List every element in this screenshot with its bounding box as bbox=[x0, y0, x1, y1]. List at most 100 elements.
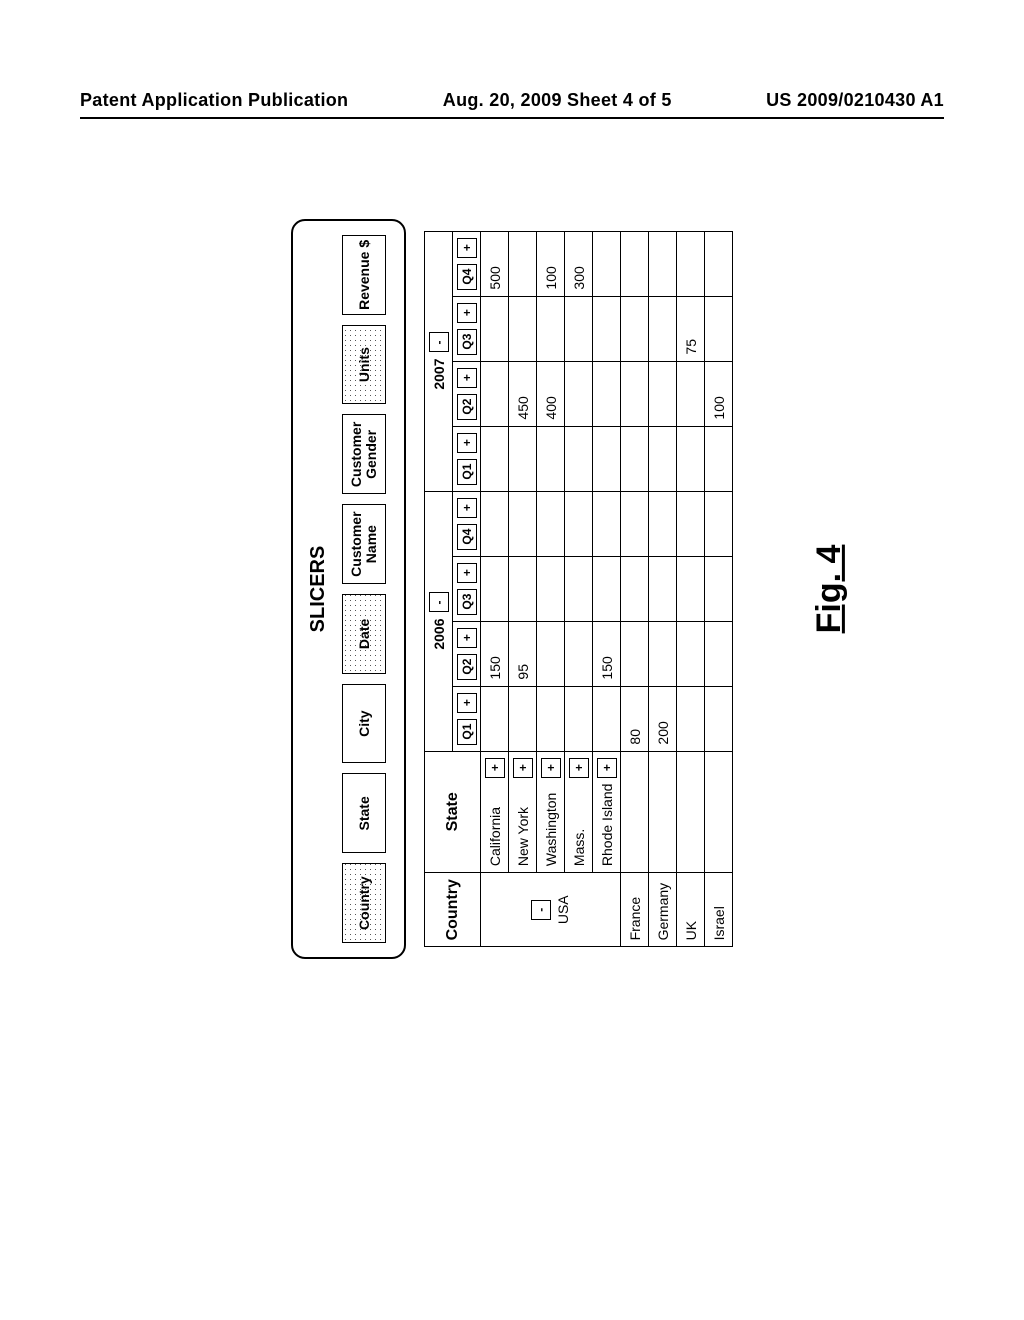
quarter-label: Q1 bbox=[457, 459, 477, 485]
data-cell: 200 bbox=[649, 686, 677, 751]
expand-toggle[interactable]: + bbox=[513, 758, 533, 778]
data-cell bbox=[481, 556, 509, 621]
expand-toggle[interactable]: + bbox=[457, 628, 477, 648]
state-cell: Mass.+ bbox=[565, 751, 593, 873]
collapse-toggle[interactable]: - bbox=[531, 900, 551, 920]
expand-toggle[interactable]: + bbox=[597, 758, 617, 778]
quarter-header: Q3+ bbox=[453, 296, 481, 361]
year-header: 2006 - bbox=[425, 491, 453, 751]
header-center: Aug. 20, 2009 Sheet 4 of 5 bbox=[443, 90, 672, 111]
data-cell bbox=[565, 621, 593, 686]
header-rule bbox=[80, 117, 944, 119]
expand-toggle[interactable]: + bbox=[457, 498, 477, 518]
quarter-header: Q3 + bbox=[453, 556, 481, 621]
data-cell bbox=[565, 686, 593, 751]
expand-toggle[interactable]: + bbox=[457, 563, 477, 583]
expand-toggle[interactable]: + bbox=[457, 368, 477, 388]
state-name: California bbox=[487, 807, 503, 866]
data-cell bbox=[649, 361, 677, 426]
collapse-toggle[interactable]: - bbox=[429, 593, 449, 613]
data-cell bbox=[649, 621, 677, 686]
data-cell: 450 bbox=[509, 361, 537, 426]
slicer-chip[interactable]: Revenue $ bbox=[342, 235, 386, 315]
quarter-label: Q4 bbox=[457, 524, 477, 550]
data-cell bbox=[621, 231, 649, 296]
slicers-panel: SLICERS Country State City Date Customer Nam… bbox=[291, 219, 406, 959]
data-cell bbox=[481, 296, 509, 361]
data-cell: 100 bbox=[705, 361, 733, 426]
expand-toggle[interactable]: + bbox=[485, 758, 505, 778]
data-cell bbox=[509, 491, 537, 556]
data-cell bbox=[593, 686, 621, 751]
slicer-chip[interactable]: State bbox=[342, 774, 386, 854]
data-cell bbox=[705, 426, 733, 491]
data-cell bbox=[565, 361, 593, 426]
slicer-chip[interactable]: City bbox=[342, 684, 386, 764]
data-cell bbox=[677, 361, 705, 426]
data-cell bbox=[649, 296, 677, 361]
slicer-chip[interactable]: Customer Name bbox=[342, 504, 386, 584]
expand-toggle[interactable]: + bbox=[457, 303, 477, 323]
data-cell bbox=[649, 556, 677, 621]
data-cell bbox=[481, 686, 509, 751]
data-cell bbox=[593, 426, 621, 491]
country-name: USA bbox=[555, 895, 571, 924]
data-cell bbox=[621, 296, 649, 361]
collapse-toggle[interactable]: - bbox=[429, 333, 449, 353]
expand-toggle[interactable]: + bbox=[457, 238, 477, 258]
data-cell bbox=[565, 491, 593, 556]
data-cell bbox=[677, 621, 705, 686]
data-cell bbox=[621, 556, 649, 621]
data-cell bbox=[677, 556, 705, 621]
rotated-figure: SLICERS Country State City Date Customer Nam… bbox=[291, 179, 733, 999]
slicer-chip[interactable]: Customer Gender bbox=[342, 415, 386, 495]
data-cell bbox=[537, 426, 565, 491]
year-label: 2006 bbox=[431, 619, 447, 650]
slicer-row: Country State City Date Customer Name Custome… bbox=[342, 235, 386, 943]
state-name: Washington bbox=[543, 793, 559, 866]
country-cell: UK bbox=[677, 873, 705, 947]
data-cell bbox=[537, 491, 565, 556]
slicer-chip[interactable]: Date bbox=[342, 594, 386, 674]
slicer-chip[interactable]: Country bbox=[342, 863, 386, 943]
data-cell: 95 bbox=[509, 621, 537, 686]
data-cell: 80 bbox=[621, 686, 649, 751]
page: Patent Application Publication Aug. 20, … bbox=[0, 0, 1024, 1320]
state-cell bbox=[677, 751, 705, 873]
state-cell: Rhode Island+ bbox=[593, 751, 621, 873]
data-cell bbox=[509, 686, 537, 751]
state-cell: California + bbox=[481, 751, 509, 873]
data-cell: 400 bbox=[537, 361, 565, 426]
slicer-chip[interactable]: Units bbox=[342, 325, 386, 405]
data-cell bbox=[481, 491, 509, 556]
data-cell bbox=[537, 296, 565, 361]
expand-toggle[interactable]: + bbox=[541, 758, 561, 778]
figure-area: SLICERS Country State City Date Customer Nam… bbox=[80, 179, 944, 999]
data-cell bbox=[509, 231, 537, 296]
data-cell bbox=[537, 621, 565, 686]
table-row: France 80 bbox=[621, 231, 649, 947]
quarter-label: Q3 bbox=[457, 589, 477, 615]
data-cell bbox=[705, 621, 733, 686]
expand-toggle[interactable]: + bbox=[457, 433, 477, 453]
expand-toggle[interactable]: + bbox=[569, 758, 589, 778]
data-cell bbox=[621, 621, 649, 686]
quarter-header: Q4 + bbox=[453, 231, 481, 296]
slicers-title: SLICERS bbox=[307, 235, 330, 943]
data-cell bbox=[565, 296, 593, 361]
quarter-label: Q4 bbox=[457, 264, 477, 290]
country-cell: -USA bbox=[481, 873, 621, 947]
data-cell bbox=[593, 556, 621, 621]
state-name: New York bbox=[515, 807, 531, 866]
data-cell bbox=[593, 361, 621, 426]
table-row: New York +95 450 bbox=[509, 231, 537, 947]
data-cell bbox=[593, 231, 621, 296]
data-cell: 150 bbox=[481, 621, 509, 686]
quarter-header: Q4 + bbox=[453, 491, 481, 556]
year-header: 2007- bbox=[425, 231, 453, 491]
country-cell: France bbox=[621, 873, 649, 947]
data-cell bbox=[677, 426, 705, 491]
data-cell: 75 bbox=[677, 296, 705, 361]
expand-toggle[interactable]: + bbox=[457, 693, 477, 713]
quarter-label: Q2 bbox=[457, 654, 477, 680]
